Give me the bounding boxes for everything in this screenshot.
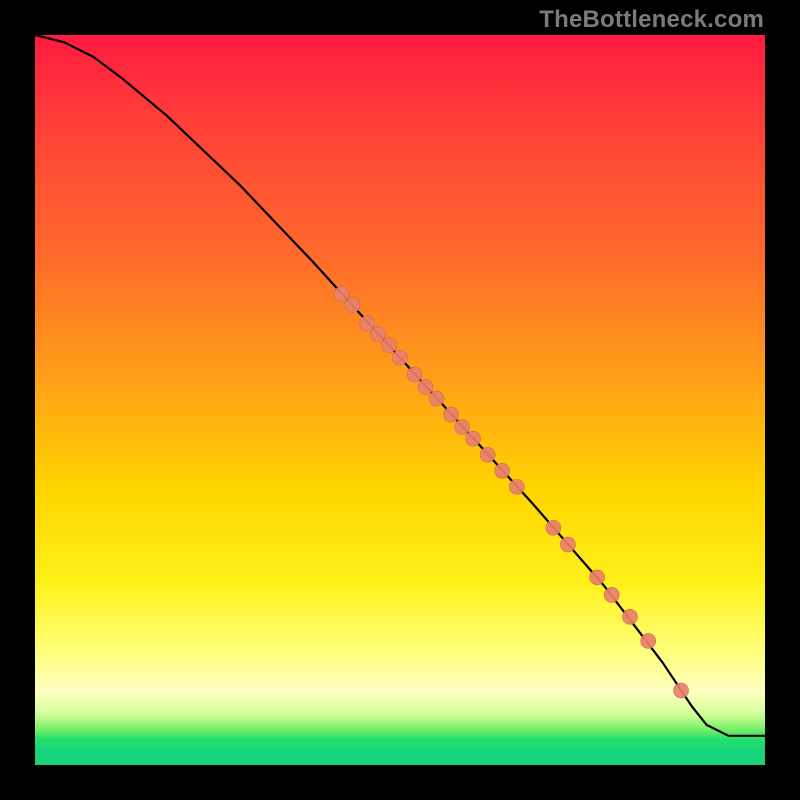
chart-point [495, 463, 510, 478]
chart-point [444, 407, 459, 422]
chart-point [560, 537, 575, 552]
chart-point [407, 367, 422, 382]
chart-svg [35, 35, 765, 765]
chart-point [334, 287, 349, 302]
chart-point [345, 298, 360, 313]
chart-stage: TheBottleneck.com [0, 0, 800, 800]
chart-point [382, 338, 397, 353]
chart-point [674, 683, 689, 698]
chart-points-group [334, 287, 688, 698]
chart-point [509, 479, 524, 494]
chart-point [546, 520, 561, 535]
chart-point [393, 350, 408, 365]
plot-area [35, 35, 765, 765]
chart-curve [35, 35, 765, 736]
chart-point [590, 570, 605, 585]
watermark-text: TheBottleneck.com [539, 6, 764, 34]
chart-point [418, 379, 433, 394]
chart-point [480, 447, 495, 462]
chart-point [371, 327, 386, 342]
chart-point [455, 420, 470, 435]
chart-point [466, 431, 481, 446]
chart-point [604, 587, 619, 602]
chart-point [641, 633, 656, 648]
chart-point [622, 609, 637, 624]
chart-point [360, 316, 375, 331]
chart-point [429, 391, 444, 406]
